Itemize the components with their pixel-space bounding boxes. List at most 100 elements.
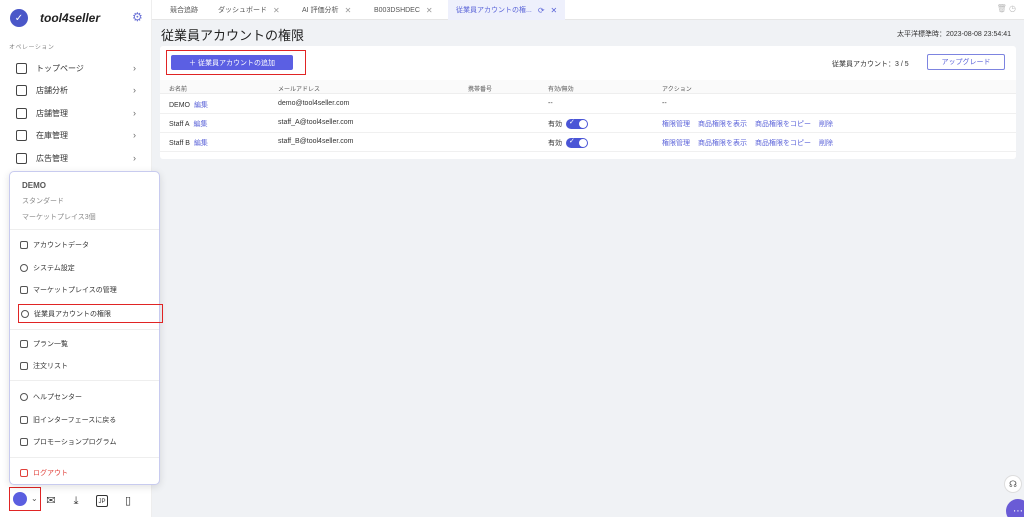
menu-item-label: プラン一覧 (33, 341, 68, 348)
column-header: メールアドレス (278, 87, 321, 93)
tab-ai-review[interactable]: AI 評価分析 ✕ (302, 0, 351, 20)
avatar (13, 492, 27, 506)
tab-dashboard[interactable]: ダッシュボード ✕ (218, 0, 280, 20)
logo[interactable]: ✓ tool4seller (10, 8, 100, 28)
section-label: オペレーション (9, 45, 55, 51)
permission-management-link[interactable]: 権限管理 (662, 140, 690, 147)
employee-name: Staff A (169, 121, 190, 128)
menu-item-label: マーケットプレイスの管理 (33, 287, 117, 294)
menu-item-employee-permissions[interactable]: 従業員アカウントの権限 (18, 304, 163, 323)
layers-icon (20, 340, 28, 348)
sidebar-item-ads[interactable]: 広告管理 › (0, 149, 152, 167)
menu-item-label: 旧インターフェースに戻る (33, 417, 117, 424)
logout-icon (20, 469, 28, 477)
logo-icon: ✓ (10, 9, 28, 27)
account-plan: スタンダード (22, 198, 64, 205)
close-icon[interactable]: ✕ (551, 6, 558, 15)
check-icon: ✓ (569, 119, 575, 127)
menu-item-marketplace-management[interactable]: マーケットプレイスの管理 (20, 282, 155, 298)
table-row: Staff B 編集 staff_B@tool4seller.com 有効 ✓ 権限… (160, 133, 1016, 152)
close-icon[interactable]: ✕ (345, 6, 352, 15)
menu-item-plan-list[interactable]: プラン一覧 (20, 336, 155, 352)
menu-item-label: システム設定 (33, 265, 75, 272)
chevron-right-icon: › (133, 108, 136, 118)
chevron-right-icon: › (133, 63, 136, 73)
add-employee-button[interactable]: ＋ 従業員アカウントの追加 (171, 55, 293, 70)
status-label: 有効 (548, 121, 562, 128)
account-name: DEMO (22, 181, 46, 190)
clipboard-icon (20, 241, 28, 249)
back-arrow-icon (20, 416, 28, 424)
account-popup-menu: DEMO スタンダード マーケットプレイス3個 アカウントデータ システム設定 … (9, 171, 163, 485)
menu-item-old-interface[interactable]: 旧インターフェースに戻る (20, 412, 155, 428)
enable-toggle[interactable]: ✓ (566, 119, 588, 130)
sidebar-item-label: 店舗分析 (36, 85, 68, 95)
tab-employee-permissions[interactable]: 従業員アカウントの権... ⟳ ✕ (448, 0, 566, 20)
edit-link[interactable]: 編集 (194, 102, 208, 109)
mobile-icon[interactable]: ▯ (122, 495, 134, 507)
gear-icon (20, 264, 28, 272)
upgrade-button[interactable]: アップグレード (927, 54, 1005, 70)
tab-label: 従業員アカウントの権... (456, 7, 532, 14)
enable-toggle[interactable]: ✓ (566, 138, 588, 149)
menu-item-label: プロモーションプログラム (33, 439, 117, 446)
more-icon[interactable]: ⋯ (1006, 499, 1024, 517)
view-product-permissions-link[interactable]: 商品権限を表示 (698, 121, 747, 128)
table-header: お名前 メールアドレス 携帯番号 有効/無効 アクション (160, 80, 1016, 94)
divider (10, 457, 159, 458)
settings-gear-icon[interactable]: ⚙ (132, 11, 144, 23)
sidebar-item-store-management[interactable]: 店舗管理 › (0, 104, 152, 122)
edit-link[interactable]: 編集 (194, 121, 208, 128)
sidebar-item-inventory[interactable]: 在庫管理 › (0, 126, 152, 144)
tab-label: 競合追跡 (170, 7, 198, 14)
tab-asin[interactable]: B003DSHDEC ✕ (374, 0, 433, 20)
email-cell: staff_A@tool4seller.com (278, 119, 354, 126)
delete-link[interactable]: 削除 (819, 140, 833, 147)
jp-marketplace-icon[interactable]: JP (96, 495, 108, 507)
menu-item-order-list[interactable]: 注文リスト (20, 358, 155, 374)
copy-product-permissions-link[interactable]: 商品権限をコピー (755, 121, 811, 128)
table-row: Staff A 編集 staff_A@tool4seller.com 有効 ✓ 権限… (160, 114, 1016, 133)
menu-item-system-settings[interactable]: システム設定 (20, 260, 155, 276)
refresh-icon[interactable]: ⟳ (538, 6, 545, 15)
menu-item-promotion-program[interactable]: プロモーションプログラム (20, 434, 155, 450)
copy-product-permissions-link[interactable]: 商品権限をコピー (755, 140, 811, 147)
tab-label: ダッシュボード (218, 7, 267, 14)
tab-competitor-tracking[interactable]: 競合追跡 (170, 0, 198, 20)
permission-management-link[interactable]: 権限管理 (662, 121, 690, 128)
sidebar-item-top-page[interactable]: トップページ › (0, 59, 152, 77)
actions-cell: 権限管理 商品権限を表示 商品権限をコピー 削除 (662, 138, 841, 148)
view-product-permissions-link[interactable]: 商品権限を表示 (698, 140, 747, 147)
actions-cell: 権限管理 商品権限を表示 商品権限をコピー 削除 (662, 119, 841, 129)
menu-item-help-center[interactable]: ヘルプセンター (20, 389, 155, 405)
trash-icon[interactable]: 🗑 (997, 4, 1007, 13)
email-cell: staff_B@tool4seller.com (278, 138, 354, 145)
column-header: 有効/無効 (548, 87, 574, 93)
inventory-icon (16, 129, 27, 141)
map-icon (20, 286, 28, 294)
sidebar-item-store-analysis[interactable]: 店舗分析 › (0, 81, 152, 99)
menu-item-label: ログアウト (33, 470, 68, 477)
add-button-highlight: ＋ 従業員アカウントの追加 (166, 50, 306, 75)
sidebar-item-label: 在庫管理 (36, 130, 68, 140)
mail-icon[interactable]: ✉ (45, 495, 57, 507)
delete-link[interactable]: 削除 (819, 121, 833, 128)
edit-link[interactable]: 編集 (194, 140, 208, 147)
account-menu-trigger[interactable]: ⌄ (9, 487, 41, 511)
menu-item-label: ヘルプセンター (33, 394, 82, 401)
headset-support-icon[interactable]: ☊ (1004, 475, 1022, 493)
menu-item-account-data[interactable]: アカウントデータ (20, 237, 155, 253)
status-label: 有効 (548, 140, 562, 147)
menu-item-logout[interactable]: ログアウト (20, 465, 155, 481)
close-icon[interactable]: ✕ (426, 6, 433, 15)
sidebar-bottom-bar: ⌄ ✉ ⤓ JP ▯ (0, 486, 152, 517)
actions-cell: -- (662, 100, 667, 107)
chevron-down-icon: ⌄ (31, 494, 38, 503)
tab-label: AI 評価分析 (302, 7, 339, 14)
home-icon (16, 62, 27, 74)
sidebar-item-label: トップページ (36, 63, 84, 73)
account-marketplaces: マーケットプレイス3個 (22, 214, 96, 221)
download-icon[interactable]: ⤓ (70, 495, 82, 507)
close-icon[interactable]: ✕ (273, 6, 280, 15)
clock-icon[interactable]: ◷ (1009, 4, 1016, 13)
